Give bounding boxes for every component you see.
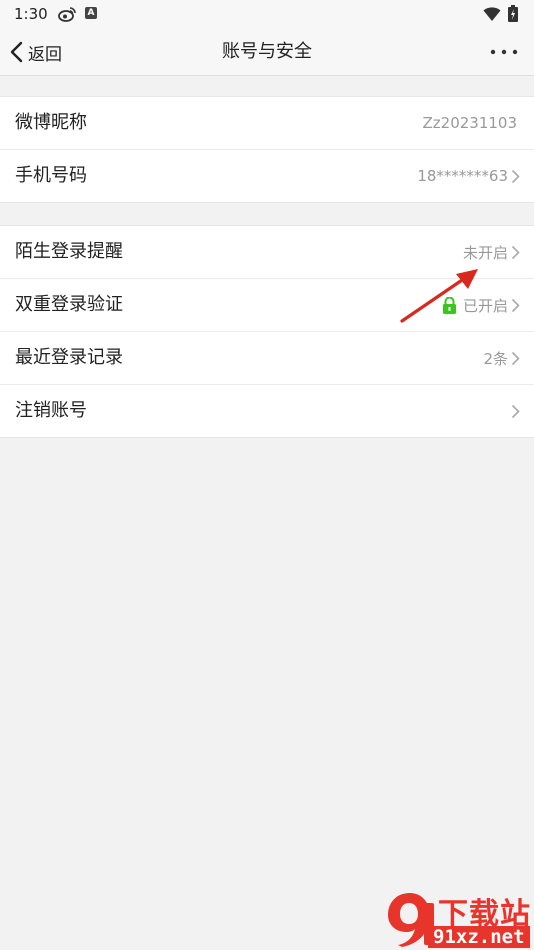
row-label: 注销账号 <box>15 400 87 421</box>
page-title: 账号与安全 <box>222 41 312 62</box>
chevron-right-icon <box>511 351 520 365</box>
profile-group: 微博昵称 Zz20231103 手机号码 18*******63 <box>0 96 534 203</box>
status-time: 1:30 <box>14 5 48 23</box>
status-bar: 1:30 A <box>0 0 534 28</box>
more-icon[interactable] <box>488 40 520 64</box>
recent-logins-count: 2条 <box>483 349 508 368</box>
row-recent-logins[interactable]: 最近登录记录 2条 <box>0 332 534 385</box>
row-nickname[interactable]: 微博昵称 Zz20231103 <box>0 97 534 150</box>
row-label: 双重登录验证 <box>15 294 123 315</box>
row-value: Zz20231103 <box>423 97 521 149</box>
row-phone[interactable]: 手机号码 18*******63 <box>0 150 534 202</box>
wifi-icon <box>483 7 501 21</box>
arrow-annotation-icon <box>400 269 478 323</box>
chevron-right-icon <box>511 298 520 312</box>
security-group: 陌生登录提醒 未开启 双重登录验证 已开启 最近登录记录 2条 注销账号 <box>0 225 534 438</box>
chevron-left-icon <box>10 41 23 63</box>
back-label: 返回 <box>28 44 62 65</box>
nav-bar: 账号与安全 返回 <box>0 28 534 76</box>
row-delete-account[interactable]: 注销账号 <box>0 385 534 437</box>
row-value <box>511 385 520 437</box>
row-label: 陌生登录提醒 <box>15 241 123 262</box>
nickname-value: Zz20231103 <box>422 114 518 132</box>
stranger-login-status: 未开启 <box>462 243 508 262</box>
row-value: 2条 <box>483 332 520 384</box>
weibo-icon <box>58 7 76 22</box>
row-label: 微博昵称 <box>15 112 87 133</box>
chevron-right-icon <box>511 245 520 259</box>
row-value: 18*******63 <box>417 150 520 202</box>
phone-value: 18*******63 <box>417 167 508 185</box>
back-button[interactable]: 返回 <box>8 36 62 68</box>
battery-icon <box>508 5 518 22</box>
chevron-right-icon <box>511 404 520 418</box>
a-icon: A <box>85 7 97 19</box>
chevron-right-icon <box>511 169 520 183</box>
row-label: 手机号码 <box>15 165 87 186</box>
row-label: 最近登录记录 <box>15 347 123 368</box>
watermark: 下载站 91xz.net <box>384 885 534 950</box>
watermark-domain: 91xz.net <box>428 926 530 948</box>
